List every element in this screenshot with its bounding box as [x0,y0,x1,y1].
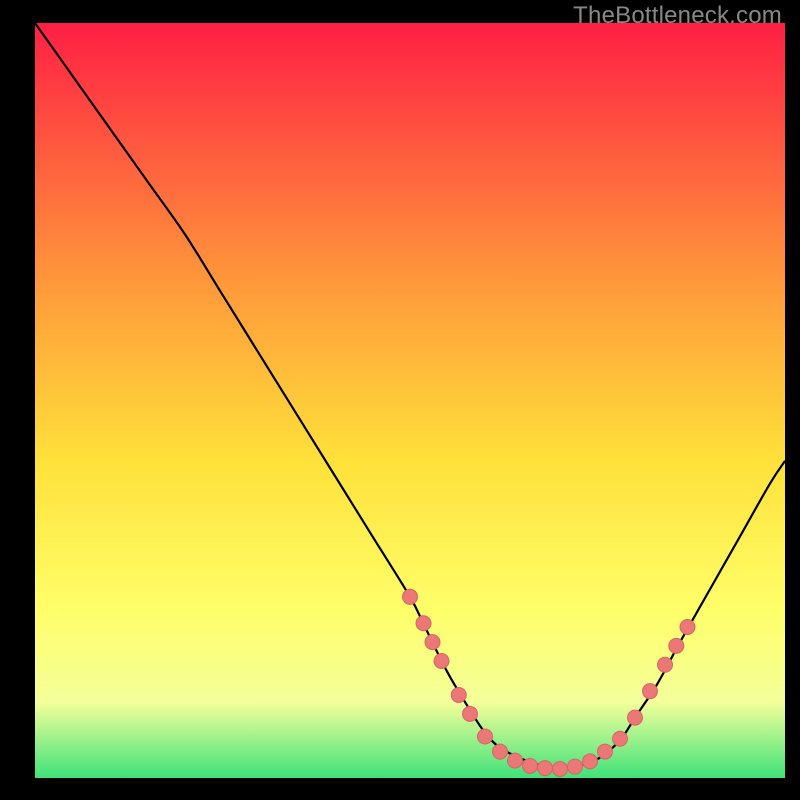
data-marker [658,657,673,672]
data-marker [416,616,431,631]
data-marker [403,589,418,604]
data-marker [434,653,449,668]
data-marker [425,635,440,650]
data-marker [643,684,658,699]
data-marker [598,744,613,759]
data-marker [508,753,523,768]
data-marker [451,687,466,702]
chart-svg [35,23,785,778]
data-marker [568,759,583,774]
data-marker [538,761,553,776]
data-marker [523,758,538,773]
data-marker [628,710,643,725]
data-marker [680,620,695,635]
data-marker [493,744,508,759]
data-marker [669,638,684,653]
chart-frame [35,23,785,778]
data-marker [553,761,568,776]
data-marker [463,706,478,721]
data-marker [613,731,628,746]
watermark-text: TheBottleneck.com [573,2,782,30]
data-marker [478,729,493,744]
data-marker [583,754,598,769]
